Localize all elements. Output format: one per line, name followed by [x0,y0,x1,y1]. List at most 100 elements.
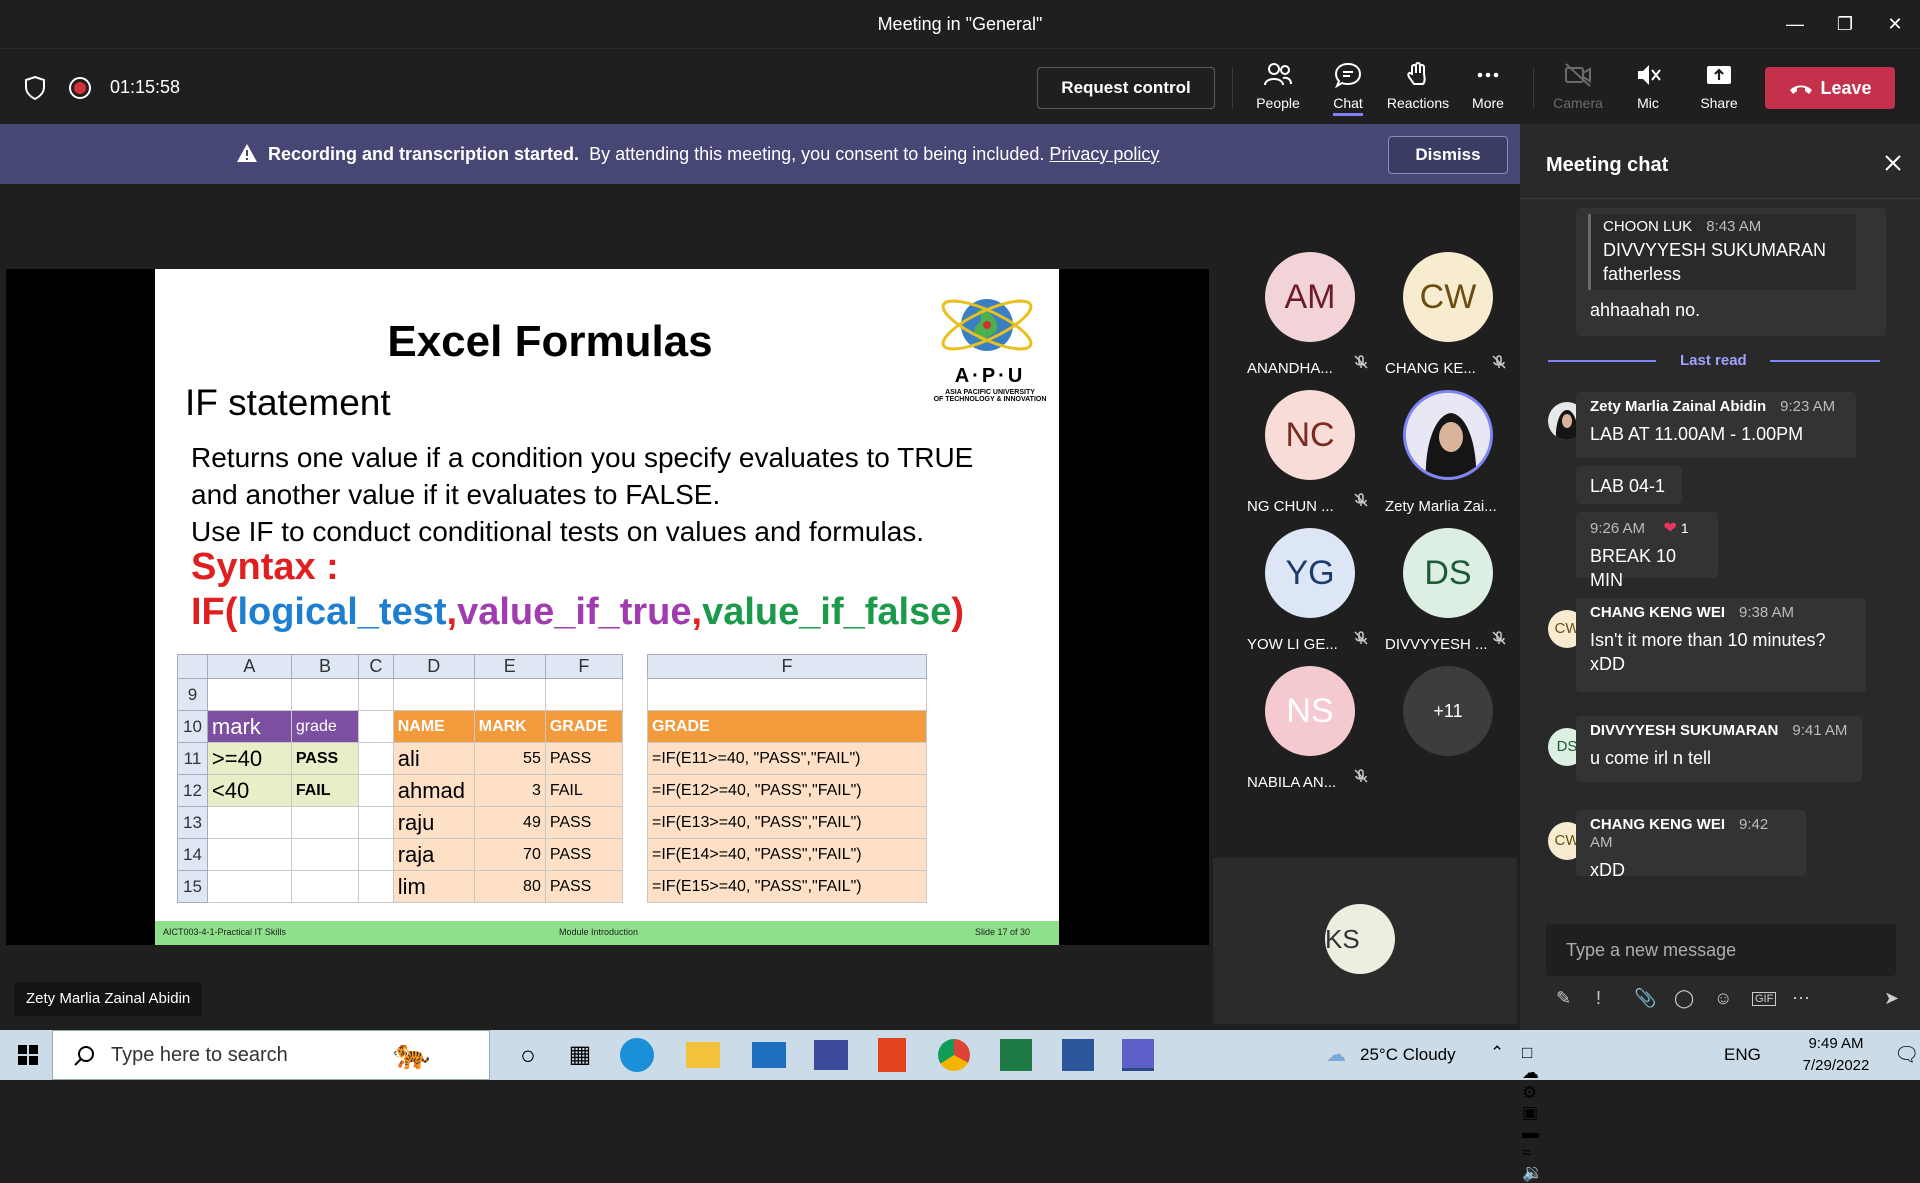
taskbar-search[interactable]: Type here to search 🐅 [52,1030,490,1080]
leave-button[interactable]: Leave [1765,67,1895,109]
cell [290,806,360,839]
window-titlebar: Meeting in "General" — ❐ ✕ [0,0,1920,48]
excel-icon[interactable] [1000,1039,1032,1071]
shield-icon[interactable] [24,75,46,101]
clock-time[interactable]: 9:49 AM [1796,1035,1876,1052]
chevron-up-icon[interactable]: ⌃ [1490,1043,1504,1063]
send-icon[interactable]: ➤ [1884,988,1899,1009]
message-author: Zety Marlia Zainal Abidin [1590,398,1767,415]
tray-icons[interactable]: □ ☁ ⚙ ▣ ▬ ≈ 🔉 [1522,1043,1543,1183]
close-window-button[interactable]: ✕ [1875,10,1915,38]
presenter-name-tag: Zety Marlia Zainal Abidin [14,982,203,1016]
participant-tile[interactable]: CW CHANG KE... [1383,252,1513,382]
loop-icon[interactable]: ◯ [1674,988,1694,1009]
chat-message[interactable]: DIVVYYESH SUKUMARAN 9:41 AM u come irl n … [1576,716,1862,782]
if-comma: , [446,591,458,633]
priority-icon[interactable]: ! [1596,988,1601,1009]
shared-screen: Excel Formulas IF statement A·P·U ASIA P… [6,269,1209,945]
chat-message[interactable]: Zety Marlia Zainal Abidin 9:23 AM LAB AT … [1576,392,1856,458]
cell [206,678,292,711]
emoji-icon[interactable]: ☺ [1714,988,1732,1009]
format-icon[interactable]: ✎ [1556,988,1571,1009]
search-icon [74,1046,94,1066]
logo-subtext: ASIA PACIFIC UNIVERSITY OF TECHNOLOGY & I… [925,389,1055,403]
avatar: AM [1265,252,1355,342]
more-button[interactable]: More [1450,61,1526,121]
slide-title: Excel Formulas [387,317,713,366]
message-input[interactable]: Type a new message [1546,924,1896,976]
row-number: 10 [177,710,208,743]
cortana-icon[interactable]: ○ [506,1036,550,1074]
privacy-policy-link[interactable]: Privacy policy [1049,144,1159,164]
chat-header-divider [1520,198,1920,199]
more-options-icon[interactable]: ⋯ [1792,988,1810,1009]
language-indicator[interactable]: ENG [1724,1045,1761,1065]
close-icon[interactable] [1884,154,1902,172]
share-button[interactable]: Share [1681,61,1757,121]
word-icon[interactable] [1062,1039,1094,1071]
chrome-icon[interactable] [938,1039,970,1071]
participant-tile[interactable]: DS DIVVYYESH ... [1383,528,1513,658]
message-author: DIVVYYESH SUKUMARAN [1590,722,1779,739]
participant-tile[interactable]: Zety Marlia Zai... [1383,390,1513,520]
windows-start-icon[interactable] [18,1045,38,1065]
slide-syntax-heading: Syntax : [191,546,339,588]
notifications-icon[interactable]: 🗨 [1894,1042,1919,1067]
minimize-button[interactable]: — [1775,10,1815,38]
table-row: 9 [177,678,624,711]
chat-message[interactable]: CHOON LUK 8:43 AM DIVVYYESH SUKUMARAN fath… [1576,208,1886,336]
chat-button[interactable]: Chat [1310,61,1386,121]
chat-message[interactable]: LAB 04-1 [1576,466,1682,504]
chat-message[interactable]: CHANG KENG WEI 9:38 AM Isn't it more than… [1576,598,1866,692]
request-control-button[interactable]: Request control [1037,67,1215,109]
dismiss-button[interactable]: Dismiss [1388,136,1508,174]
heart-reaction-icon[interactable]: ❤ [1664,520,1677,537]
reactions-button[interactable]: Reactions [1380,61,1456,121]
phone-hangup-icon [1790,85,1813,95]
restore-button[interactable]: ❐ [1825,10,1865,38]
attach-icon[interactable]: 📎 [1634,988,1656,1009]
col-header: F [544,654,624,679]
chat-message[interactable]: 9:26 AM ❤ 1 BREAK 10 MIN [1576,512,1718,590]
reaction-count: 1 [1680,520,1689,536]
task-view-icon[interactable]: ▦ [558,1036,602,1074]
participant-tile-large[interactable]: KS [1213,858,1517,1024]
mic-off-icon [1354,769,1368,783]
people-button[interactable]: People [1240,61,1316,121]
share-label: Share [1700,95,1738,111]
office-icon[interactable] [878,1038,906,1072]
participant-tile[interactable]: AM ANANDHA... [1245,252,1375,382]
weather-text[interactable]: 25°C Cloudy [1360,1045,1456,1065]
gif-icon[interactable]: GIF [1752,992,1777,1006]
powerautomate-icon[interactable] [814,1040,848,1070]
row-number: 12 [177,774,208,807]
cell [358,710,394,743]
edge-icon[interactable] [620,1038,654,1072]
chat-message[interactable]: CHANG KENG WEI 9:42 AM xDD [1576,810,1806,880]
camera-button[interactable]: Camera [1540,61,1616,121]
cell: PASS [544,870,624,903]
cell: ahmad [392,774,475,807]
participant-tile[interactable]: NC NG CHUN ... [1245,390,1375,520]
col-header: B [290,654,360,679]
quoted-message: CHOON LUK 8:43 AM DIVVYYESH SUKUMARAN fath… [1588,214,1856,290]
col-header: C [358,654,394,679]
quote-line: DIVVYYESH SUKUMARAN [1603,240,1827,260]
table-row [647,678,927,711]
avatar-photo [1403,390,1493,480]
more-participants-button[interactable]: +11 [1383,666,1513,796]
clock-date[interactable]: 7/29/2022 [1792,1057,1880,1074]
message-line: xDD [1590,654,1625,674]
participant-gallery: AM ANANDHA... CW CHANG KE... NC NG CHUN … [1213,184,1520,1030]
participant-tile[interactable]: NS NABILA AN... [1245,666,1375,796]
mail-icon[interactable] [752,1042,786,1068]
teams-icon[interactable] [1122,1039,1154,1071]
mic-button[interactable]: Mic [1610,61,1686,121]
file-explorer-icon[interactable] [686,1042,720,1068]
participant-tile[interactable]: YG YOW LI GE... [1245,528,1375,658]
message-time: 9:23 AM [1780,398,1836,415]
mic-muted-icon [1638,65,1661,85]
search-placeholder: Type here to search [111,1044,288,1066]
slide-footer: AICT003-4-1-Practical IT Skills Module I… [155,921,1059,945]
col-header: E [473,654,546,679]
